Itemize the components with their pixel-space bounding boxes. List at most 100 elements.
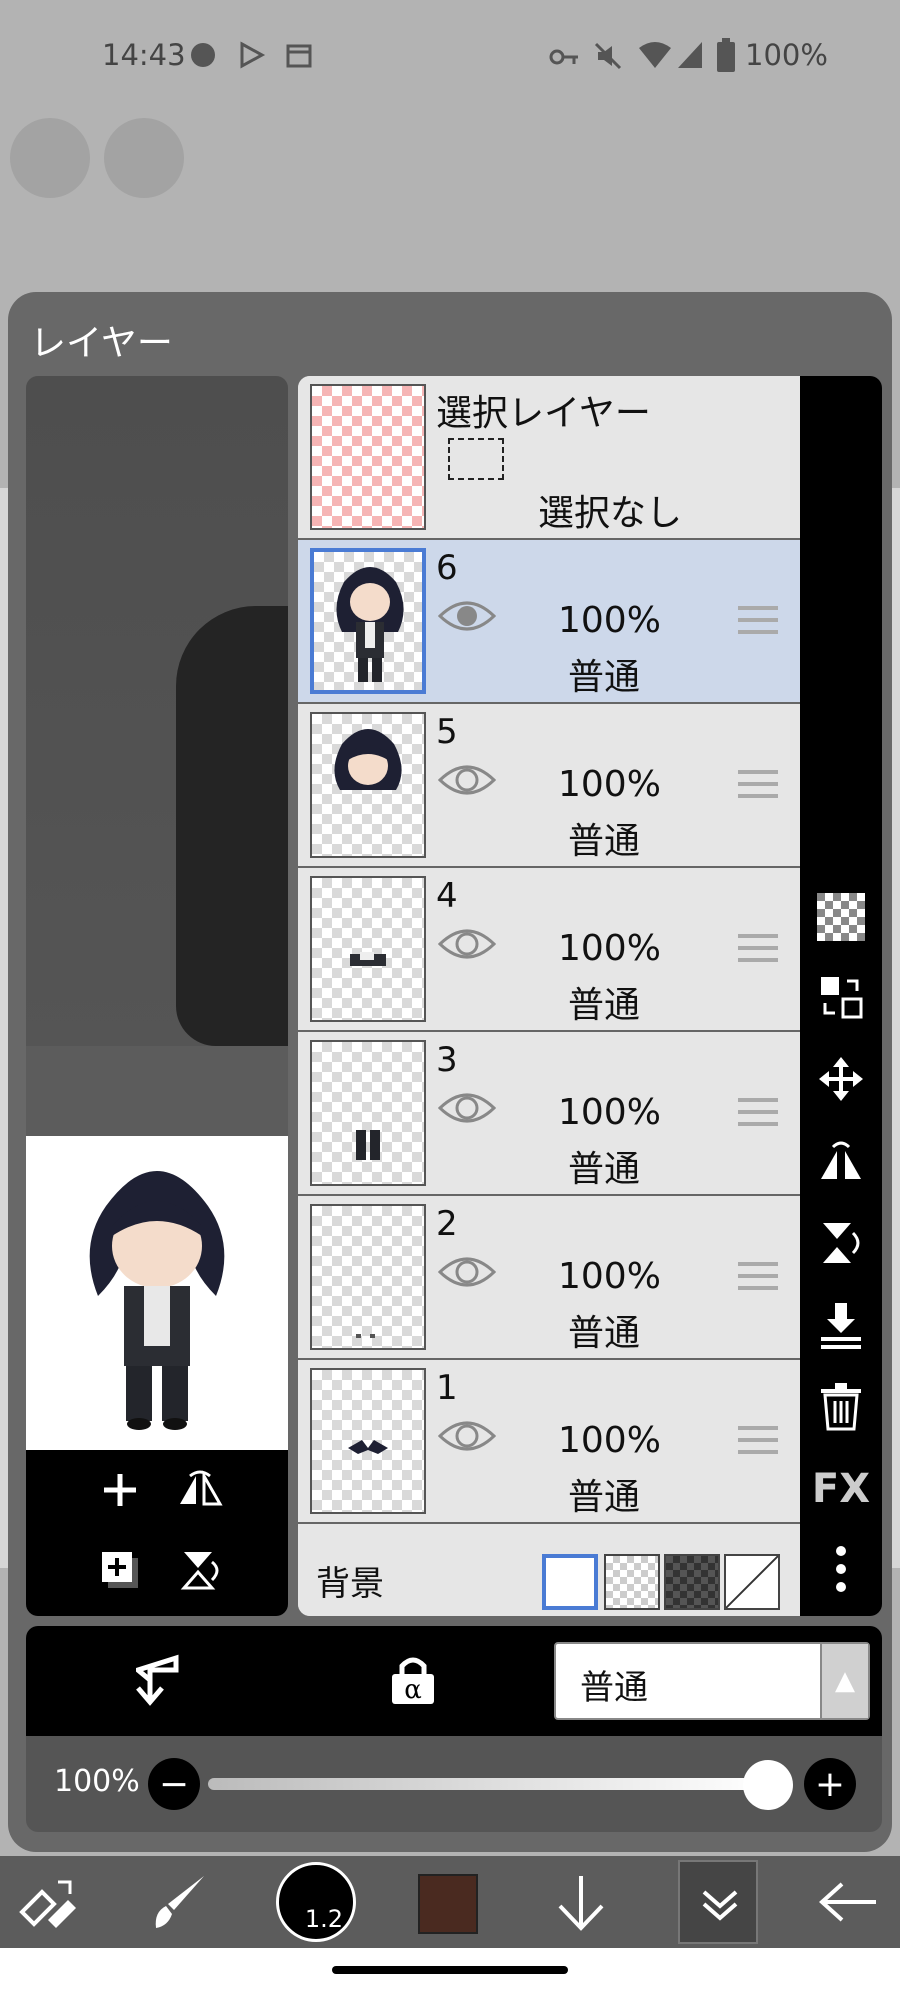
add-layer-button[interactable]	[94, 1464, 146, 1516]
move-icon	[819, 1057, 863, 1101]
clipping-arrow-icon	[132, 1654, 179, 1706]
opacity-slider-bar: 100% − +	[26, 1736, 882, 1832]
media-icon	[191, 43, 215, 67]
layer-row-1[interactable]: 1 100% 普通	[298, 1360, 800, 1524]
layer-row-6[interactable]: 6 100% 普通	[298, 540, 800, 704]
visibility-eye-icon[interactable]	[438, 1416, 496, 1456]
flip-canvas-vertical-button[interactable]	[174, 1544, 226, 1596]
battery-percent: 100%	[745, 38, 828, 72]
opacity-slider-thumb[interactable]	[743, 1760, 793, 1810]
layer-row-3[interactable]: 3 100% 普通	[298, 1032, 800, 1196]
more-menu-button[interactable]	[800, 1536, 882, 1602]
redo-button[interactable]	[104, 118, 184, 198]
visibility-eye-icon[interactable]	[438, 924, 496, 964]
layer-thumbnail	[310, 548, 426, 694]
visibility-eye-icon[interactable]	[438, 1252, 496, 1292]
status-time: 14:43	[102, 38, 186, 72]
merge-down-button[interactable]	[800, 1292, 882, 1358]
flip-layer-horizontal-button[interactable]	[800, 1128, 882, 1194]
layer-swap-button[interactable]	[800, 964, 882, 1030]
flip-vertical-icon	[823, 1223, 860, 1263]
flip-canvas-horizontal-button[interactable]	[174, 1464, 226, 1516]
canvas-preview[interactable]	[26, 376, 288, 1616]
layer-down-button[interactable]	[556, 1864, 606, 1940]
bottom-toolbar: 1.2	[0, 1856, 900, 1948]
flip-horizontal-icon	[180, 1470, 223, 1506]
color-swatch-button[interactable]	[418, 1874, 478, 1934]
flip-layer-vertical-button[interactable]	[800, 1210, 882, 1276]
drag-handle-icon[interactable]	[738, 1262, 778, 1298]
flip-vertical-icon	[180, 1552, 219, 1590]
layer-opacity: 100%	[558, 764, 661, 805]
layer-side-tools: FX	[800, 376, 882, 1616]
selection-layer-row[interactable]: 選択レイヤー 選択なし	[298, 376, 800, 540]
svg-text:α: α	[404, 1675, 422, 1705]
alpha-lock-button[interactable]: α	[390, 1654, 436, 1718]
drag-handle-icon[interactable]	[738, 1426, 778, 1462]
tool-switch-button[interactable]	[18, 1864, 78, 1940]
triangle-up-icon: ▲	[820, 1644, 868, 1718]
layer-thumbnail	[310, 876, 426, 1022]
layer-number: 6	[436, 548, 458, 588]
opacity-plus-button[interactable]: +	[804, 1758, 856, 1810]
visibility-eye-icon[interactable]	[438, 596, 496, 636]
opacity-minus-button[interactable]: −	[148, 1758, 200, 1810]
clipping-checker-button[interactable]	[800, 884, 882, 950]
alpha-lock-icon: α	[392, 1657, 434, 1705]
layer-thumbnail	[310, 1204, 426, 1350]
background-transparent-swatch[interactable]	[604, 1554, 660, 1610]
duplicate-layer-button[interactable]	[94, 1544, 146, 1596]
layer-blend-mode: 普通	[568, 1149, 641, 1190]
layer-blend-mode: 普通	[568, 1477, 641, 1518]
layer-list: 選択レイヤー 選択なし 6 100% 普通 5 100% 普通 4 100% 普…	[298, 376, 800, 1616]
preview-thumbnail	[26, 1136, 288, 1450]
battery-icon	[717, 38, 735, 72]
visibility-eye-icon[interactable]	[438, 1088, 496, 1128]
merge-down-icon	[821, 1303, 861, 1349]
layer-thumbnail	[310, 1040, 426, 1186]
background-label: 背景	[316, 1564, 384, 1604]
system-nav-bar	[0, 1948, 900, 2000]
brush-size-button[interactable]: 1.2	[276, 1862, 356, 1942]
background-white-swatch[interactable]	[542, 1554, 598, 1610]
opacity-value: 100%	[54, 1764, 140, 1799]
wifi-icon	[639, 42, 671, 68]
move-layer-button[interactable]	[800, 1046, 882, 1112]
layer-swap-icon	[821, 977, 863, 1019]
layer-row-5[interactable]: 5 100% 普通	[298, 704, 800, 868]
blend-mode-select[interactable]: 普通 ▲	[554, 1642, 870, 1720]
clipping-button[interactable]	[132, 1654, 180, 1718]
preview-tools	[26, 1450, 288, 1616]
brush-icon	[155, 1876, 204, 1928]
layer-number: 2	[436, 1204, 458, 1244]
brush-size-value: 1.2	[304, 1905, 343, 1933]
background-dark-swatch[interactable]	[664, 1554, 720, 1610]
layer-opacity: 100%	[558, 1092, 661, 1133]
layer-row-4[interactable]: 4 100% 普通	[298, 868, 800, 1032]
drag-handle-icon[interactable]	[738, 770, 778, 806]
undo-button[interactable]	[10, 118, 90, 198]
fx-button[interactable]: FX	[800, 1456, 882, 1522]
drag-handle-icon[interactable]	[738, 606, 778, 642]
key-icon	[549, 49, 578, 65]
plus-icon	[104, 1474, 136, 1506]
back-button[interactable]	[818, 1864, 878, 1940]
opacity-slider-track[interactable]	[208, 1778, 768, 1790]
layer-opacity: 100%	[558, 600, 661, 641]
brush-tool-button[interactable]	[148, 1864, 212, 1940]
trash-icon	[821, 1383, 861, 1431]
delete-layer-button[interactable]	[800, 1374, 882, 1440]
play-store-icon	[240, 41, 266, 69]
layer-row-2[interactable]: 2 100% 普通	[298, 1196, 800, 1360]
panel-title: レイヤー	[30, 323, 173, 364]
status-bar: 14:43 100%	[0, 0, 900, 110]
drag-handle-icon[interactable]	[738, 934, 778, 970]
background-none-swatch[interactable]	[724, 1554, 780, 1610]
layer-panel-button[interactable]	[678, 1860, 758, 1944]
selection-layer-title: 選択レイヤー	[436, 393, 651, 434]
drag-handle-icon[interactable]	[738, 1098, 778, 1134]
visibility-eye-icon[interactable]	[438, 760, 496, 800]
layer-number: 1	[436, 1368, 458, 1408]
layer-opacity: 100%	[558, 1256, 661, 1297]
home-gesture-pill[interactable]	[332, 1966, 568, 1974]
